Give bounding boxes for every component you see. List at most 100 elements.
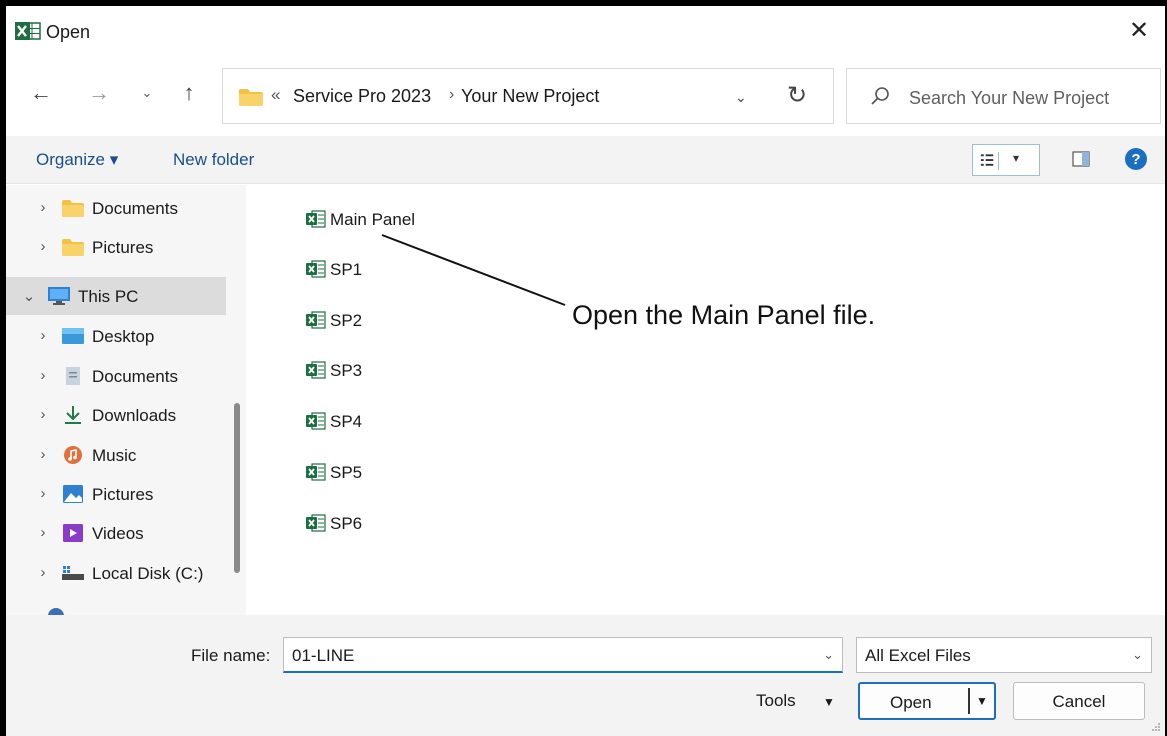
close-icon: ✕ (1128, 17, 1150, 44)
chevron-right-icon[interactable]: › (36, 446, 50, 463)
nav-item-this-pc[interactable]: ⌄ This PC (6, 277, 226, 315)
resize-grip-icon[interactable] (1151, 722, 1161, 732)
chevron-right-icon[interactable]: › (36, 327, 50, 344)
recent-locations-button[interactable]: ⌄ (132, 78, 162, 108)
address-dropdown-icon[interactable]: ⌄ (735, 89, 747, 106)
caret-down-icon[interactable]: ▼ (823, 695, 835, 709)
nav-item-desktop[interactable]: › Desktop (6, 317, 226, 355)
file-name: SP1 (330, 260, 363, 279)
file-item-sp3[interactable]: SP3 (302, 356, 502, 386)
address-segment-service-pro[interactable]: Service Pro 2023 (293, 86, 431, 107)
nav-item-label: Documents (92, 367, 178, 386)
new-folder-button[interactable]: New folder (173, 150, 254, 170)
desktop-icon (62, 328, 84, 344)
chevron-right-icon[interactable]: › (36, 238, 50, 255)
drive-icon (62, 566, 84, 580)
navigation-pane-scrollbar[interactable] (234, 403, 240, 573)
excel-app-icon (15, 22, 41, 40)
bottom-bar: File name: 01-LINE ⌄ All Excel Files ⌄ T… (6, 615, 1165, 736)
chevron-right-icon[interactable]: › (36, 406, 50, 423)
up-button[interactable]: ↑ (174, 78, 204, 108)
tools-button[interactable]: Tools (756, 691, 796, 711)
cancel-button-label: Cancel (1052, 692, 1106, 711)
nav-item-local-disk[interactable]: › Local Disk (C:) (6, 554, 226, 592)
nav-item-label: Videos (92, 524, 144, 543)
chevron-down-icon[interactable]: ⌄ (22, 287, 36, 305)
folder-icon (239, 89, 263, 106)
organize-button[interactable]: Organize ▾ (36, 150, 118, 170)
cancel-button[interactable]: Cancel (1013, 682, 1145, 720)
monitor-icon (48, 287, 70, 305)
back-button[interactable]: ← (26, 78, 56, 108)
file-name: SP3 (330, 361, 363, 380)
file-item-sp1[interactable]: SP1 (302, 255, 502, 285)
nav-item-label: Documents (92, 199, 178, 218)
file-name: SP4 (330, 412, 363, 431)
file-name: SP5 (330, 463, 363, 482)
change-view-button[interactable]: ▾ (972, 144, 1040, 176)
address-bar[interactable]: « Service Pro 2023 › Your New Project ⌄ … (222, 68, 834, 124)
documents-icon (66, 367, 80, 385)
nav-item-documents[interactable]: › Documents (6, 189, 226, 227)
nav-item-label: This PC (78, 287, 139, 306)
file-name: SP6 (330, 514, 363, 533)
file-name-value[interactable]: 01-LINE (292, 646, 354, 666)
annotation-text: Open the Main Panel file. (572, 300, 876, 330)
close-button[interactable]: ✕ (1125, 18, 1153, 46)
command-bar: Organize ▾ New folder ▾ ? (6, 136, 1165, 184)
nav-item-label: Pictures (92, 485, 154, 504)
chevron-right-icon[interactable]: › (36, 524, 50, 541)
file-type-select[interactable]: All Excel Files ⌄ (856, 637, 1152, 673)
file-name-label: File name: (191, 646, 271, 665)
help-icon[interactable]: ? (1124, 147, 1148, 171)
search-icon (871, 87, 889, 105)
title-bar: Open ✕ (6, 6, 1165, 56)
split-divider (968, 688, 970, 714)
navigation-row: ← → ⌄ ↑ « Service Pro 2023 › Your New Pr… (6, 56, 1165, 136)
chevron-right-icon[interactable]: › (36, 485, 50, 502)
music-icon (64, 446, 82, 464)
file-name: Main Panel (330, 210, 416, 229)
excel-file-icon (306, 361, 326, 379)
chevron-right-icon[interactable]: › (36, 199, 50, 216)
svg-text:?: ? (1131, 151, 1140, 168)
nav-item-pictures-pc[interactable]: › Pictures (6, 475, 226, 513)
nav-item-downloads[interactable]: › Downloads (6, 396, 226, 434)
nav-item-pictures[interactable]: › Pictures (6, 228, 226, 266)
nav-item-label: Desktop (92, 327, 155, 346)
file-item-sp6[interactable]: SP6 (302, 509, 502, 539)
file-type-value: All Excel Files (865, 646, 971, 665)
refresh-icon[interactable]: ↻ (787, 81, 807, 110)
address-overflow[interactable]: « (271, 85, 280, 105)
file-item-sp5[interactable]: SP5 (302, 458, 502, 488)
address-segment-your-new-project[interactable]: Your New Project (461, 86, 599, 107)
excel-file-icon (306, 311, 326, 329)
nav-item-music[interactable]: › Music (6, 436, 226, 474)
nav-item-label: Pictures (92, 238, 154, 257)
preview-pane-icon[interactable] (1072, 151, 1090, 167)
chevron-down-icon: ▾ (1013, 151, 1020, 165)
caret-down-icon[interactable]: ▼ (976, 694, 988, 708)
address-separator[interactable]: › (449, 86, 454, 104)
open-button[interactable]: Open ▼ (858, 682, 996, 720)
file-item-main-panel[interactable]: Main Panel (302, 205, 502, 235)
file-name: SP2 (330, 311, 363, 330)
file-item-sp4[interactable]: SP4 (302, 407, 502, 437)
network-icon[interactable] (48, 608, 64, 615)
folder-icon (62, 239, 84, 256)
forward-button[interactable]: → (84, 78, 114, 108)
search-box[interactable]: Search Your New Project (846, 68, 1161, 124)
nav-item-label: Downloads (92, 406, 177, 425)
excel-file-icon (306, 260, 326, 278)
nav-item-videos[interactable]: › Videos (6, 514, 226, 552)
file-item-sp2[interactable]: SP2 (302, 306, 502, 336)
chevron-down-icon[interactable]: ⌄ (823, 647, 834, 663)
chevron-right-icon[interactable]: › (36, 564, 50, 581)
chevron-right-icon[interactable]: › (36, 367, 50, 384)
excel-file-icon (306, 210, 326, 228)
file-name-field[interactable]: 01-LINE ⌄ (283, 637, 843, 673)
details-view-icon (980, 152, 999, 170)
search-input[interactable]: Search Your New Project (909, 88, 1109, 109)
nav-item-documents-pc[interactable]: › Documents (6, 357, 226, 395)
chevron-down-icon[interactable]: ⌄ (1132, 647, 1143, 663)
